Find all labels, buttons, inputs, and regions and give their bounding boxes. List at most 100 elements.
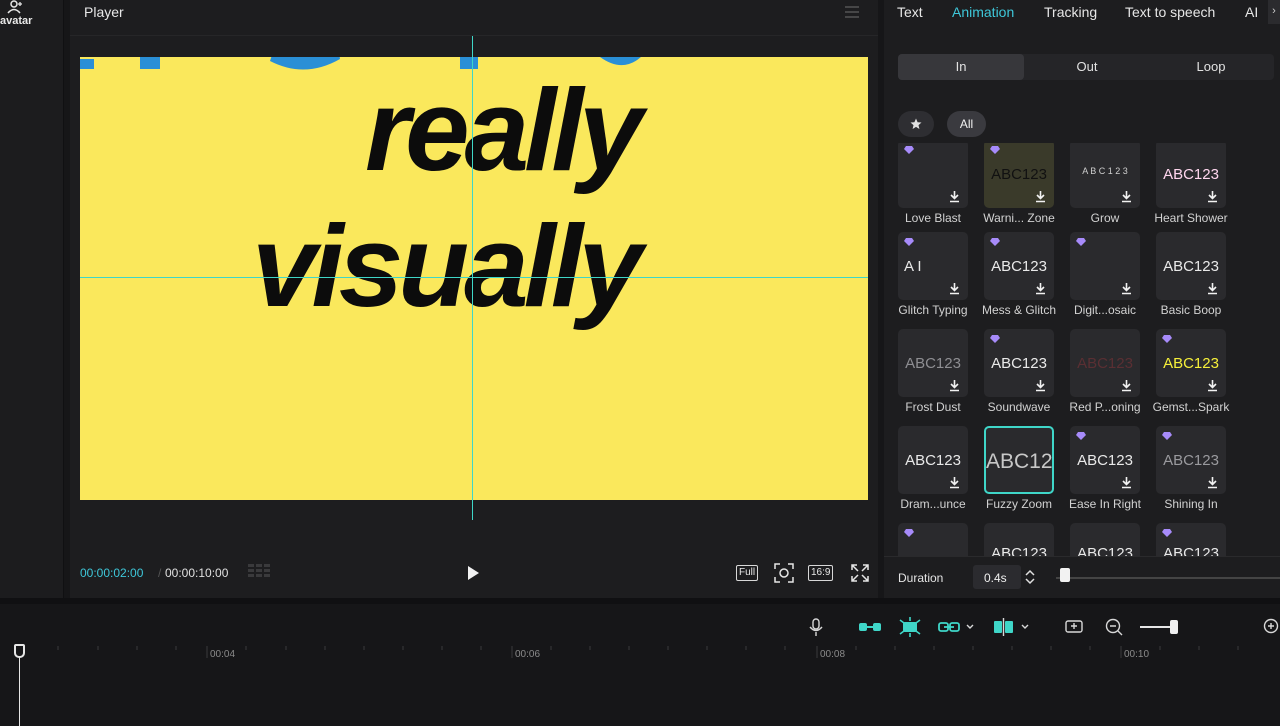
animation-thumbnail[interactable]: ABC123 [1156,426,1226,494]
download-icon[interactable] [948,379,961,392]
playhead-line[interactable] [19,646,20,726]
segment-in[interactable]: In [898,54,1024,80]
tab-text-to-speech[interactable]: Text to speech [1125,4,1215,20]
auto-snap-icon[interactable] [898,617,922,637]
favorites-filter-button[interactable] [898,111,934,137]
download-icon[interactable] [1034,282,1047,295]
tab-text[interactable]: Text [897,4,923,20]
animation-item[interactable]: ABC123 Soundwave [984,329,1054,419]
play-button[interactable] [464,563,482,583]
preview-axis-icon[interactable] [1064,617,1084,637]
playhead-handle[interactable] [14,644,25,658]
tabs-scroll-right-icon[interactable]: › [1268,0,1280,24]
link-clips-icon[interactable] [858,617,882,637]
animation-thumbnail[interactable]: ABC123 [898,426,968,494]
download-icon[interactable] [1120,379,1133,392]
animation-item[interactable]: ABC123 [1070,523,1140,556]
animation-thumbnail[interactable]: ABC123 [984,143,1054,208]
animation-item[interactable] [898,523,968,556]
download-icon[interactable] [1120,476,1133,489]
animation-thumbnail[interactable]: ABC123 [898,329,968,397]
menu-icon[interactable] [844,5,860,19]
animation-item[interactable]: Digit...osaic [1070,232,1140,322]
aspect-ratio-button[interactable]: 16:9 [808,565,834,581]
fullscreen-icon[interactable] [851,564,869,582]
premium-gem-icon [1162,432,1172,440]
download-icon[interactable] [1206,379,1219,392]
animation-thumbnail[interactable]: ABC123 [1070,426,1140,494]
segment-loop[interactable]: Loop [1148,54,1274,80]
download-icon[interactable] [948,282,961,295]
animation-thumbnail[interactable] [898,143,968,208]
animation-thumbnail[interactable]: ABC123 [1156,329,1226,397]
zoom-in-icon[interactable] [1262,617,1280,637]
animation-item[interactable]: ABC123 Dram...unce [898,426,968,516]
zoom-slider-handle[interactable] [1170,620,1178,634]
duration-stepper-icon[interactable] [1024,568,1036,586]
animation-item[interactable]: ABC123 Heart Shower [1154,143,1228,230]
download-icon[interactable] [1034,190,1047,203]
all-filter-button[interactable]: All [947,111,986,137]
animation-item-label: Frost Dust [905,400,961,414]
animation-thumbnail[interactable]: ABC123 [1070,329,1140,397]
animation-thumbnail[interactable]: ABC123 [1070,523,1140,556]
animation-item[interactable]: ABC123 [1156,523,1226,556]
timeline-ruler[interactable]: 00:04 00:06 00:08 00:10 [0,644,1280,666]
animation-thumbnail[interactable]: ABC123 [1156,232,1226,300]
animation-thumbnail[interactable]: ABC123 [984,329,1054,397]
timecode-grid-icon[interactable] [248,564,272,581]
animation-thumbnail[interactable] [898,523,968,556]
animation-item[interactable]: ABC123 Ease In Right [1069,426,1141,516]
download-icon[interactable] [1034,379,1047,392]
animation-item[interactable]: ABC123 Mess & Glitch [982,232,1056,322]
animation-item[interactable]: ABC123 Fuzzy Zoom [984,426,1054,516]
animation-thumbnail[interactable] [1070,232,1140,300]
duration-slider-handle[interactable] [1060,568,1070,582]
animation-item[interactable]: A B C 1 2 3 Grow [1070,143,1140,230]
animation-thumbnail[interactable]: A I [898,232,968,300]
animation-item[interactable]: ABC123 Shining In [1156,426,1226,516]
download-icon[interactable] [948,190,961,203]
player-header: Player [70,0,878,36]
video-canvas[interactable]: really visually [80,57,868,500]
animation-thumbnail[interactable]: ABC123 [984,232,1054,300]
animation-thumbnail[interactable]: A B C 1 2 3 [1070,143,1140,208]
animation-item-label: Gemst...Spark [1152,400,1230,414]
tab-tracking[interactable]: Tracking [1044,4,1097,20]
animation-item[interactable]: ABC123 [984,523,1054,556]
animation-item[interactable]: A I Glitch Typing [898,232,968,322]
tab-ai[interactable]: AI [1245,4,1258,20]
animation-thumbnail[interactable]: ABC123 [1156,523,1226,556]
download-icon[interactable] [1206,282,1219,295]
animation-item-label: Fuzzy Zoom [985,497,1052,511]
segment-out[interactable]: Out [1024,54,1150,80]
animation-preview-text: ABC123 [905,355,961,372]
animation-item[interactable]: ABC123 Red P...oning [1069,329,1141,419]
animation-item[interactable]: ABC123 Gemst...Spark [1153,329,1229,419]
download-icon[interactable] [1120,190,1133,203]
linkage-dropdown-icon[interactable] [938,617,978,637]
download-icon[interactable] [1206,190,1219,203]
canvas-text-line1[interactable]: really [365,63,643,197]
animation-item[interactable]: ABC123 Frost Dust [898,329,968,419]
split-preview-dropdown-icon[interactable] [992,617,1032,637]
animation-item[interactable]: ABC123 Basic Boop [1156,232,1226,322]
download-icon[interactable] [948,476,961,489]
tab-animation[interactable]: Animation [952,4,1014,20]
duration-slider-track[interactable] [1056,577,1280,579]
animation-item[interactable]: ABC123 Warni... Zone [983,143,1055,230]
download-icon[interactable] [1120,282,1133,295]
premium-gem-icon [1076,432,1086,440]
animation-thumbnail[interactable]: ABC123 [984,523,1054,556]
download-icon[interactable] [1206,476,1219,489]
screenshot-icon[interactable] [774,563,794,583]
canvas-text-line2[interactable]: visually [252,199,643,333]
zoom-out-icon[interactable] [1104,617,1124,637]
microphone-icon[interactable] [808,617,824,637]
animation-item[interactable]: Love Blast [898,143,968,230]
animation-thumbnail[interactable]: ABC123 [984,426,1054,494]
animation-thumbnail[interactable]: ABC123 [1156,143,1226,208]
quality-full-button[interactable]: Full [736,565,759,581]
avatar-icon[interactable] [6,0,24,14]
duration-value[interactable]: 0.4s [984,571,1007,585]
